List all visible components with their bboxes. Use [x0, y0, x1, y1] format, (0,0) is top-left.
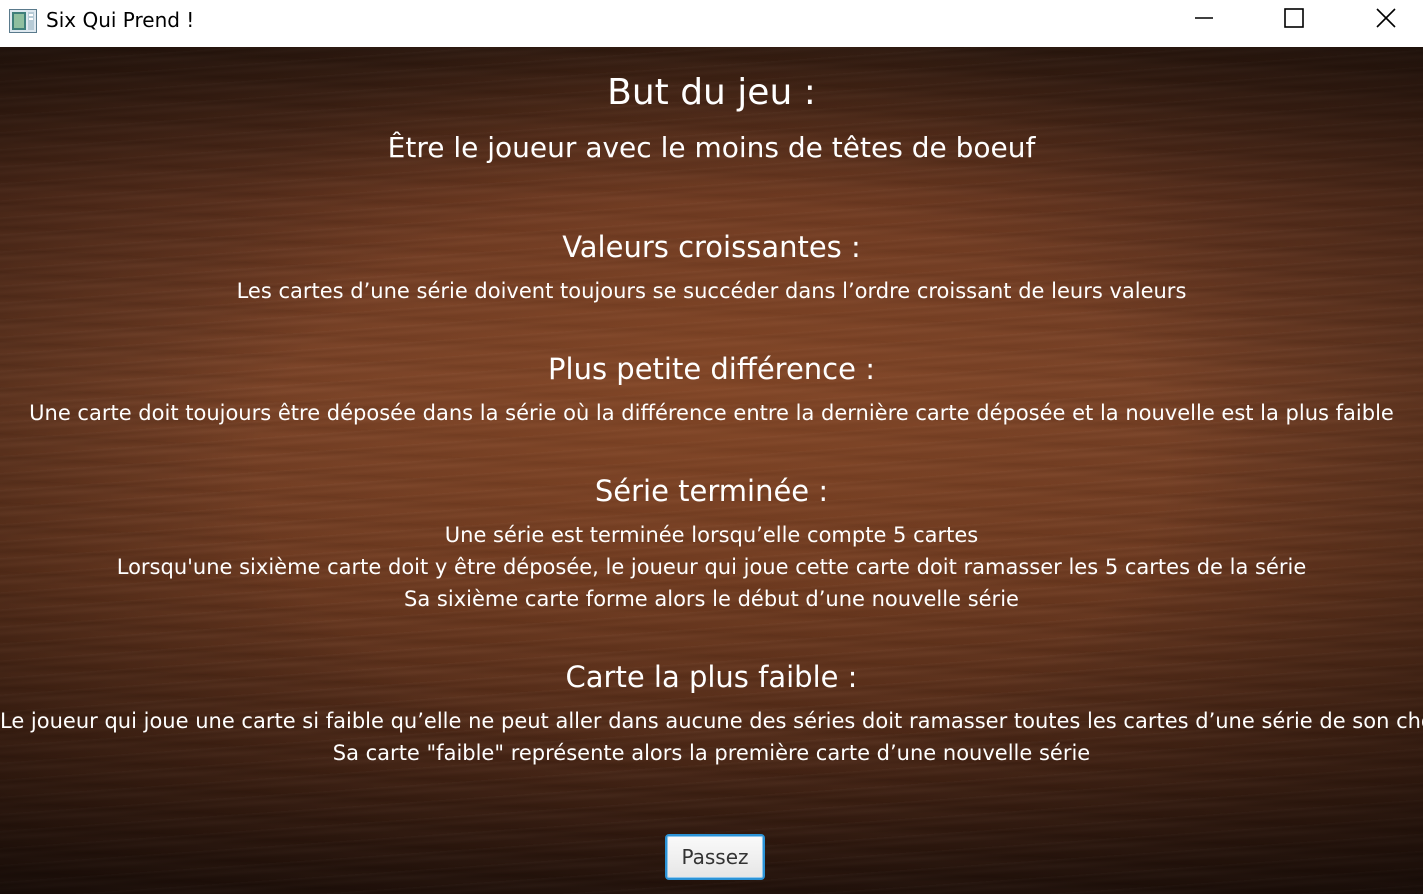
minimize-button[interactable]: [1181, 0, 1227, 40]
finished-series-line: Une série est terminée lorsqu’elle compt…: [444, 523, 979, 547]
smallest-difference-heading: Plus petite différence :: [548, 352, 875, 386]
close-button[interactable]: [1363, 0, 1409, 40]
minimize-icon: [1194, 8, 1214, 32]
increasing-values-heading: Valeurs croissantes :: [562, 230, 861, 264]
title-bar[interactable]: Six Qui Prend !: [0, 0, 1423, 47]
smallest-difference-text: Une carte doit toujours être déposée dan…: [29, 401, 1394, 425]
passez-button[interactable]: Passez: [665, 834, 765, 880]
app-icon: [9, 9, 37, 33]
increasing-values-text: Les cartes d’une série doivent toujours …: [236, 279, 1187, 303]
window-title: Six Qui Prend !: [46, 8, 195, 32]
maximize-button[interactable]: [1271, 0, 1317, 40]
goal-text: Être le joueur avec le moins de têtes de…: [387, 131, 1036, 164]
goal-heading: But du jeu :: [607, 72, 816, 113]
lowest-card-heading: Carte la plus faible :: [565, 660, 858, 694]
lowest-card-line: Le joueur qui joue une carte si faible q…: [0, 709, 1423, 733]
maximize-icon: [1283, 7, 1305, 33]
finished-series-heading: Série terminée :: [594, 474, 829, 508]
app-window: Six Qui Prend ! But du jeu : Être le jou…: [0, 0, 1423, 894]
lowest-card-line: Sa carte "faible" représente alors la pr…: [332, 741, 1091, 765]
close-icon: [1375, 7, 1397, 33]
finished-series-line: Lorsqu'une sixième carte doit y être dép…: [116, 555, 1307, 579]
rules-panel: But du jeu : Être le joueur avec le moin…: [0, 47, 1423, 894]
finished-series-line: Sa sixième carte forme alors le début d’…: [404, 587, 1019, 611]
